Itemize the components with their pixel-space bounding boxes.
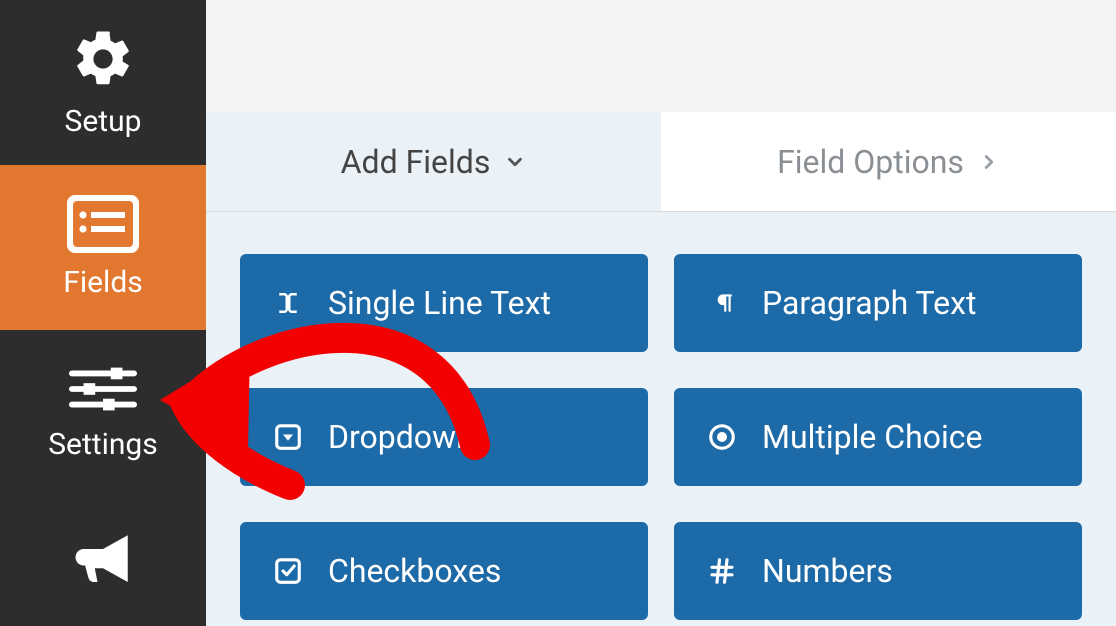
paragraph-icon: [704, 285, 740, 321]
top-bar: [206, 0, 1116, 112]
gear-icon: [70, 26, 136, 92]
field-label: Multiple Choice: [762, 418, 982, 456]
fields-panel: Single Line Text Paragraph Text Dropdown…: [206, 212, 1116, 626]
field-numbers[interactable]: Numbers: [674, 522, 1082, 620]
sidebar-item-marketing[interactable]: [0, 495, 206, 625]
sidebar: Setup Fields Settings: [0, 0, 206, 626]
sidebar-item-label: Setup: [65, 104, 142, 139]
tab-add-fields[interactable]: Add Fields: [206, 112, 661, 211]
tab-label: Add Fields: [341, 143, 491, 181]
hash-icon: [704, 553, 740, 589]
caret-square-icon: [270, 419, 306, 455]
field-label: Dropdown: [328, 418, 474, 456]
sliders-icon: [68, 363, 138, 415]
panel-tabs: Add Fields Field Options: [206, 112, 1116, 212]
field-checkboxes[interactable]: Checkboxes: [240, 522, 648, 620]
field-label: Checkboxes: [328, 552, 501, 590]
sidebar-item-fields[interactable]: Fields: [0, 165, 206, 330]
field-multiple-choice[interactable]: Multiple Choice: [674, 388, 1082, 486]
field-single-line-text[interactable]: Single Line Text: [240, 254, 648, 352]
tab-field-options[interactable]: Field Options: [661, 112, 1116, 211]
sidebar-item-label: Settings: [48, 427, 158, 462]
sidebar-item-setup[interactable]: Setup: [0, 0, 206, 165]
field-label: Single Line Text: [328, 284, 551, 322]
megaphone-icon: [70, 527, 136, 593]
chevron-right-icon: [978, 151, 1000, 173]
radio-icon: [704, 419, 740, 455]
tab-label: Field Options: [777, 143, 964, 181]
sidebar-item-settings[interactable]: Settings: [0, 330, 206, 495]
text-cursor-icon: [270, 285, 306, 321]
sidebar-item-label: Fields: [63, 265, 142, 300]
field-label: Paragraph Text: [762, 284, 976, 322]
field-label: Numbers: [762, 552, 893, 590]
check-square-icon: [270, 553, 306, 589]
main-panel: Add Fields Field Options Single Line Tex…: [206, 0, 1116, 626]
list-icon: [67, 195, 139, 253]
field-grid: Single Line Text Paragraph Text Dropdown…: [240, 254, 1082, 620]
field-paragraph-text[interactable]: Paragraph Text: [674, 254, 1082, 352]
chevron-down-icon: [504, 151, 526, 173]
field-dropdown[interactable]: Dropdown: [240, 388, 648, 486]
